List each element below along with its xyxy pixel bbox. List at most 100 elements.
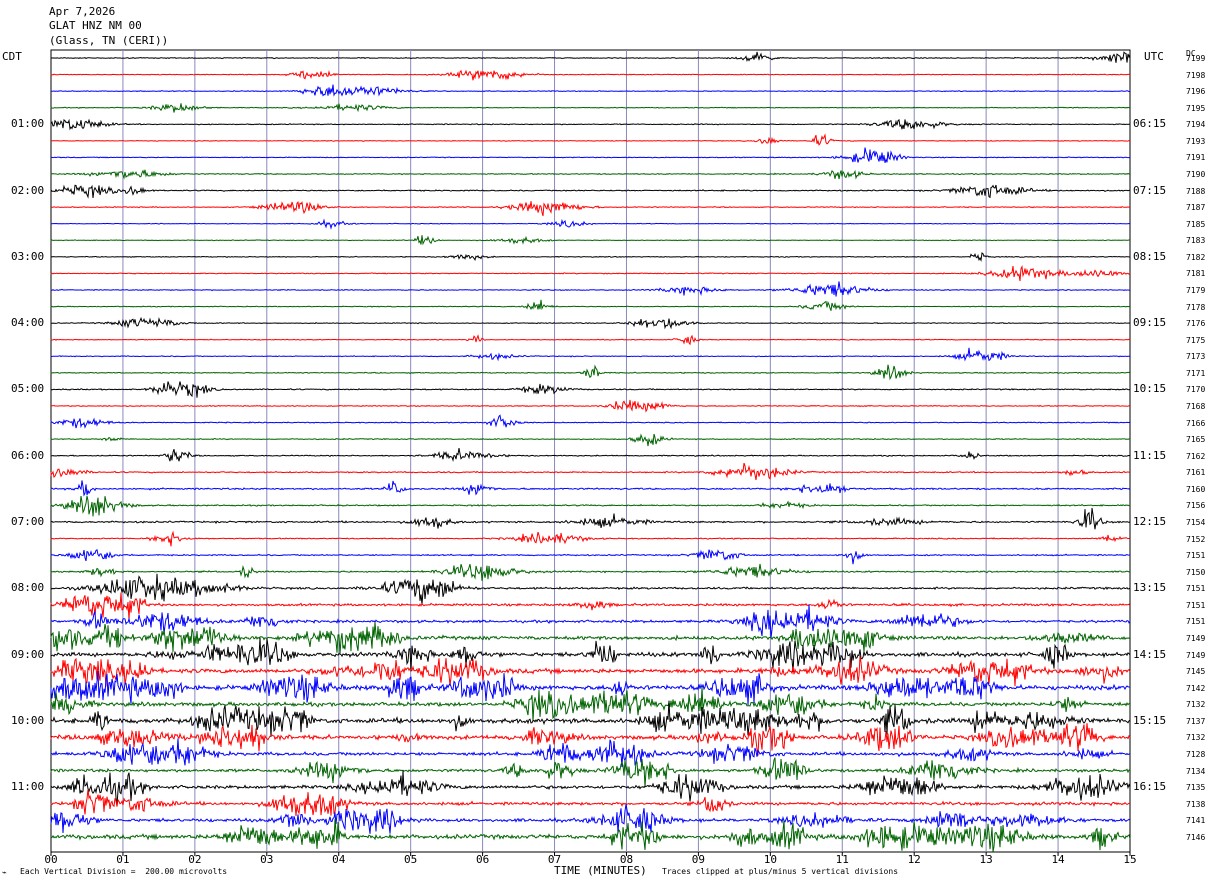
dc-offset-label: 7191 xyxy=(1186,153,1206,163)
trace-9 xyxy=(50,184,1131,199)
right-time-label: 14:15 xyxy=(1133,647,1167,661)
dc-offset-label: 7149 xyxy=(1186,633,1206,643)
trace-38 xyxy=(50,656,1131,687)
trace-6 xyxy=(50,133,1131,146)
dc-offset-label: 7165 xyxy=(1186,435,1206,445)
dc-offset-label: 7160 xyxy=(1186,484,1206,494)
x-tick-label-09: 09 xyxy=(692,853,705,866)
trace-47 xyxy=(50,804,1131,834)
left-time-label: 08:00 xyxy=(11,581,45,595)
trace-13 xyxy=(50,252,1130,263)
trace-5 xyxy=(50,118,1131,131)
x-tick-label-04: 04 xyxy=(332,853,346,866)
trace-31 xyxy=(50,548,1131,565)
dc-offset-label: 7195 xyxy=(1186,103,1206,113)
trace-39 xyxy=(50,671,1131,706)
station-label: GLAT HNZ NM 00 xyxy=(49,19,142,32)
dc-offset-label: 7190 xyxy=(1186,169,1206,179)
left-time-label: 01:00 xyxy=(11,117,45,131)
plot-border xyxy=(50,49,1131,853)
left-time-label: 05:00 xyxy=(11,382,45,396)
dc-offset-label: 7178 xyxy=(1186,302,1206,312)
dc-offset-label: 7185 xyxy=(1186,219,1206,229)
left-time-label: 11:00 xyxy=(11,780,45,794)
trace-30 xyxy=(50,530,1131,547)
x-tick-label-12: 12 xyxy=(908,853,921,866)
x-tick-label-05: 05 xyxy=(404,853,417,866)
x-tick-label-01: 01 xyxy=(116,853,129,866)
trace-14 xyxy=(50,265,1131,282)
dc-offset-label: 7194 xyxy=(1186,120,1206,130)
dc-offset-label: 7168 xyxy=(1186,401,1206,411)
trace-10 xyxy=(50,201,1131,217)
dc-offset-label: 7173 xyxy=(1186,352,1206,362)
dc-offset-label: 7152 xyxy=(1186,534,1206,544)
scale-note: Each Vertical Division = 200.00 microvol… xyxy=(20,867,228,876)
x-tick-label-13: 13 xyxy=(980,853,993,866)
right-time-label: 11:15 xyxy=(1133,448,1167,462)
left-time-label: 06:00 xyxy=(11,448,45,462)
trace-25 xyxy=(50,448,1131,462)
trace-44 xyxy=(50,757,1131,788)
dc-offset-label: 7151 xyxy=(1186,617,1206,627)
left-time-label: 09:00 xyxy=(11,647,45,661)
trace-34 xyxy=(50,592,1131,621)
dc-offset-label: 7161 xyxy=(1186,468,1206,478)
dc-offset-label: 7182 xyxy=(1186,252,1206,262)
clip-note: Traces clipped at plus/minus 5 vertical … xyxy=(662,867,899,876)
x-tick-label-14: 14 xyxy=(1051,853,1065,866)
dc-offset-label: 7138 xyxy=(1186,799,1206,809)
right-time-label: 16:15 xyxy=(1133,780,1167,794)
seismic-traces xyxy=(50,51,1131,852)
right-time-label: 12:15 xyxy=(1133,514,1167,528)
x-tick-label-10: 10 xyxy=(764,853,777,866)
location-label: (Glass, TN (CERI)) xyxy=(49,34,169,47)
dc-offset-label: 7149 xyxy=(1186,650,1206,660)
dc-offset-label: 7135 xyxy=(1186,783,1206,793)
trace-27 xyxy=(50,480,1131,497)
minute-gridlines xyxy=(122,50,1059,852)
left-timezone-label: CDT xyxy=(2,50,22,63)
dc-offset-label: 7151 xyxy=(1186,551,1206,561)
trace-26 xyxy=(50,462,1130,480)
dc-offset-label: 7199 xyxy=(1186,54,1206,63)
trace-29 xyxy=(50,507,1131,530)
dc-offset-label: 7179 xyxy=(1186,285,1206,295)
trace-36 xyxy=(50,621,1131,655)
trace-15 xyxy=(50,281,1130,297)
dc-offset-label: 7128 xyxy=(1186,749,1206,759)
dc-offset-label: 7137 xyxy=(1186,716,1206,726)
dc-offset-label: 7151 xyxy=(1186,600,1206,610)
x-tick-label-06: 06 xyxy=(476,853,489,866)
trace-8 xyxy=(50,169,1131,180)
x-axis-title: TIME (MINUTES) xyxy=(554,864,647,877)
trace-46 xyxy=(50,789,1131,817)
right-time-label: 07:15 xyxy=(1133,183,1167,197)
trace-2 xyxy=(50,69,1131,81)
dc-offset-label: 7176 xyxy=(1186,319,1206,329)
right-timezone-label: UTC xyxy=(1144,50,1164,63)
trace-17 xyxy=(50,316,1131,330)
dc-offset-label: 7196 xyxy=(1186,87,1206,97)
helicorder-plot: 00 01 02 03 04 05 06 07 08 09 10 11 12 13 14 15 xyxy=(44,49,1137,866)
trace-7 xyxy=(51,147,1131,163)
trace-45 xyxy=(50,770,1131,806)
trace-20 xyxy=(50,364,1131,381)
dc-offset-label: 7154 xyxy=(1186,517,1206,527)
right-time-label: 15:15 xyxy=(1133,713,1167,727)
x-tick-label-02: 02 xyxy=(188,853,201,866)
x-tick-label-00: 00 xyxy=(44,853,57,866)
dc-offset-label: 7146 xyxy=(1186,832,1206,842)
dc-offset-label: 7132 xyxy=(1186,733,1206,743)
trace-22 xyxy=(50,399,1131,413)
dc-offset-label: 7132 xyxy=(1186,700,1206,710)
dc-offset-label: 7162 xyxy=(1186,451,1206,461)
left-time-label: 07:00 xyxy=(11,514,45,528)
dc-offset-label: 7183 xyxy=(1186,236,1206,246)
trace-24 xyxy=(50,433,1130,447)
trace-12 xyxy=(50,235,1131,246)
trace-41 xyxy=(50,700,1131,737)
dc-offset-label: 7187 xyxy=(1186,203,1206,213)
dc-offset-label: 7150 xyxy=(1186,567,1206,577)
x-tick-label-11: 11 xyxy=(836,853,849,866)
